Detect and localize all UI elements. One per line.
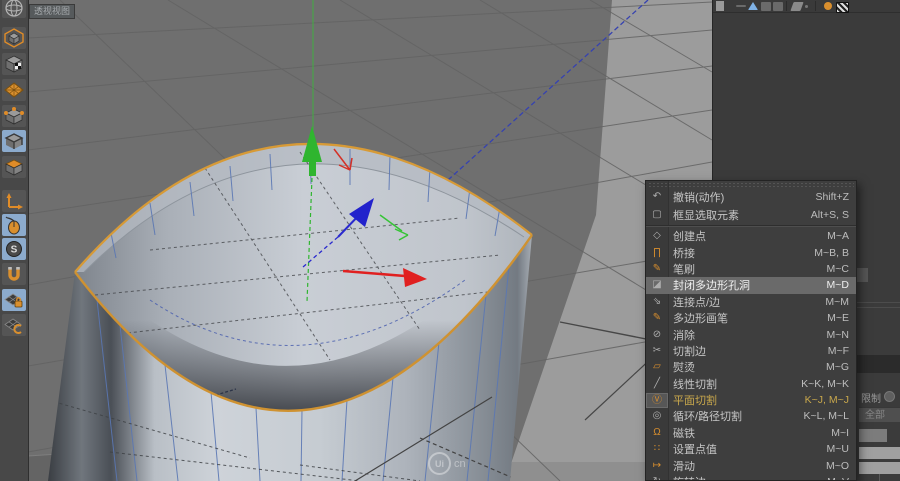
rotate-edge-icon: ↻: [646, 477, 668, 480]
menu-item-brush[interactable]: ✎ 笔刷 M~C: [646, 261, 856, 277]
cone-object-icon[interactable]: [748, 2, 758, 10]
workplane-lock-button[interactable]: [2, 289, 26, 311]
menu-item-rotate-edge[interactable]: ↻ 旋转边 M~V: [646, 474, 856, 480]
workplane-mode-button[interactable]: [2, 79, 26, 101]
mode-toolbar: S: [0, 0, 29, 481]
menu-item-close-polygon-hole[interactable]: ◪ 封闭多边形孔洞 M~D: [646, 277, 856, 294]
make-editable-icon: [5, 0, 23, 17]
s-badge-icon: S: [6, 241, 22, 257]
edges-mode-icon: [4, 133, 24, 149]
frame-selected-icon: ▢: [652, 209, 662, 220]
make-editable-button[interactable]: [2, 0, 26, 18]
menu-item-dissolve[interactable]: ⊘ 消除 M~N: [646, 326, 856, 342]
iron-icon: ▱: [653, 361, 661, 373]
workplane-planar-icon: [4, 318, 22, 334]
menu-separator: [646, 225, 856, 227]
snap-s-button[interactable]: S: [2, 238, 26, 260]
menu-item-slide[interactable]: ↦ 滑动 M~O: [646, 457, 856, 473]
bridge-icon: ∏: [652, 246, 662, 258]
minimize-icon[interactable]: [736, 5, 746, 7]
menu-item-plane-cut[interactable]: Ⓥ 平面切割 K~J, M~J: [646, 392, 856, 408]
menu-item-set-point-value[interactable]: ∷ 设置点值 M~U: [646, 441, 856, 457]
menu-item-loop-path-cut[interactable]: ◎ 循环/路径切割 K~L, M~L: [646, 408, 856, 424]
menu-item-connect-points[interactable]: ⇘ 连接点/边 M~M: [646, 294, 856, 310]
texture-mode-icon: [5, 55, 23, 73]
connect-points-icon: ⇘: [652, 295, 662, 307]
panel-fragment: [856, 268, 868, 282]
edge-tools-context-menu: ↶ 撤销(动作) Shift+Z ▢ 框显选取元素 Alt+S, S ◇ 创建点…: [645, 180, 857, 481]
polygons-mode-icon: [5, 159, 23, 176]
enable-axis-icon: [6, 193, 23, 210]
slide-icon: ↦: [652, 459, 662, 471]
mouse-input-button[interactable]: [2, 214, 26, 236]
cut-edge-icon: ✂: [652, 344, 662, 356]
slider-bar[interactable]: [859, 462, 900, 474]
loop-path-cut-icon: ◎: [652, 410, 662, 422]
menu-item-bridge[interactable]: ∏ 桥接 M~B, B: [646, 244, 856, 260]
divider: [856, 302, 900, 303]
texture-mode-button[interactable]: [2, 53, 26, 75]
texture-tag-icon[interactable]: [836, 2, 849, 13]
tick: [879, 474, 880, 481]
object-chip2-icon[interactable]: [773, 2, 783, 11]
line-cut-icon: ╱: [653, 377, 661, 389]
menu-item-magnet[interactable]: Ω 磁铁 M~I: [646, 425, 856, 441]
menu-item-line-cut[interactable]: ╱ 线性切割 K~K, M~K: [646, 376, 856, 392]
value-field[interactable]: [859, 429, 887, 442]
divider: [856, 307, 900, 308]
dissolve-icon: ⊘: [652, 328, 662, 340]
divider: [815, 1, 816, 11]
manager-header: [713, 0, 900, 13]
menu-item-create-point[interactable]: ◇ 创建点 M~A: [646, 228, 856, 244]
menu-item-iron[interactable]: ▱ 熨烫 M~G: [646, 359, 856, 375]
scroll-corner: [716, 1, 724, 11]
magnet-icon: [8, 267, 20, 281]
object-chip-icon[interactable]: [761, 2, 771, 11]
edges-mode-button[interactable]: [2, 130, 26, 152]
undo-icon: ↶: [652, 191, 662, 202]
points-mode-icon: [4, 107, 24, 125]
divider: [786, 1, 787, 11]
limit-label: 限制: [861, 394, 881, 405]
close-polygon-hole-icon: ◪: [652, 279, 662, 291]
mouse-icon: [5, 216, 20, 235]
set-point-value-icon: ∷: [653, 443, 661, 455]
polygon-pen-icon: ✎: [652, 312, 662, 324]
menu-item-undo[interactable]: ↶ 撤销(动作) Shift+Z: [646, 188, 856, 206]
pencil-icon[interactable]: [790, 2, 804, 11]
all-dropdown[interactable]: 全部: [859, 407, 900, 422]
menu-item-frame-selected[interactable]: ▢ 框显选取元素 Alt+S, S: [646, 206, 856, 224]
viewport-title[interactable]: 透视视图: [29, 4, 76, 19]
slider-bar[interactable]: [859, 447, 900, 459]
menu-item-cut-edge[interactable]: ✂ 切割边 M~F: [646, 343, 856, 359]
menu-item-polygon-pen[interactable]: ✎ 多边形画笔 M~E: [646, 310, 856, 326]
material-sphere-icon[interactable]: [824, 2, 832, 10]
brush-icon: ✎: [652, 262, 662, 274]
workplane-lock-icon: [4, 293, 23, 308]
magnet-icon: Ω: [653, 426, 661, 438]
model-mode-button[interactable]: [2, 27, 26, 49]
watermark: Ui cn: [428, 452, 466, 475]
model-mode-icon: [4, 28, 24, 48]
points-mode-button[interactable]: [2, 105, 26, 127]
limit-checkbox[interactable]: [884, 391, 895, 402]
dot-icon: [805, 5, 808, 8]
workplane-mode-icon: [4, 82, 24, 98]
attribute-header-band: [856, 355, 900, 373]
enable-axis-button[interactable]: [2, 190, 26, 212]
create-point-icon: ◇: [653, 230, 661, 242]
plane-cut-icon: Ⓥ: [646, 392, 668, 408]
magnet-snap-button[interactable]: [2, 263, 26, 285]
polygons-mode-button[interactable]: [2, 156, 26, 178]
workplane-planar-button[interactable]: [2, 314, 26, 336]
svg-text:S: S: [11, 245, 18, 256]
